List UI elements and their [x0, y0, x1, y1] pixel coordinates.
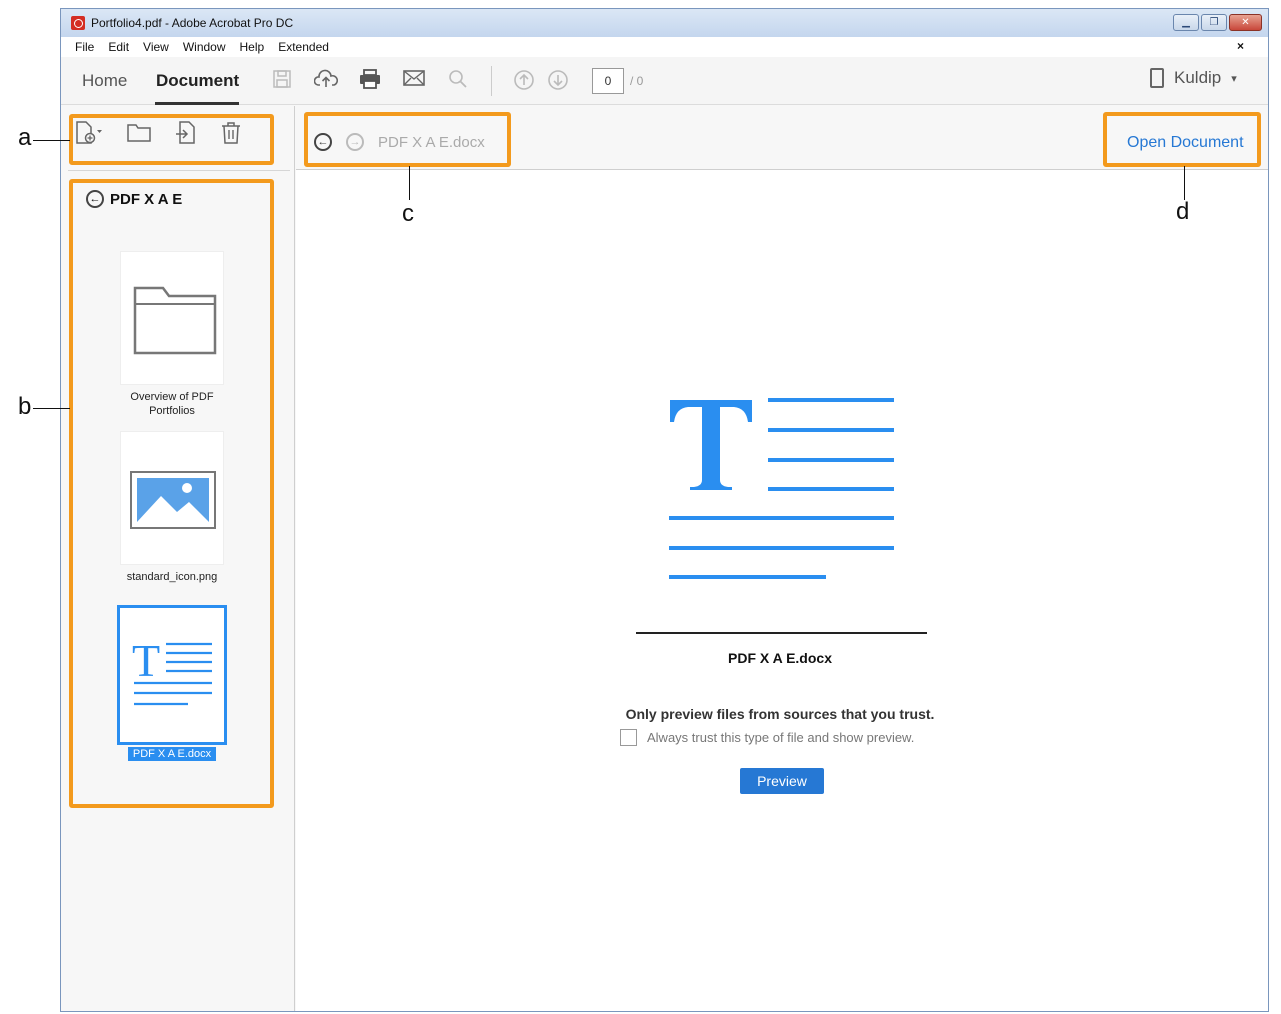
sidebar-divider: [68, 170, 290, 171]
mobile-link-icon[interactable]: [1150, 68, 1164, 88]
document-title: PDF X A E.docx: [728, 650, 832, 666]
page-number-input[interactable]: 0: [592, 68, 624, 94]
search-icon[interactable]: [446, 69, 470, 93]
callout-b: b: [18, 393, 32, 420]
user-menu[interactable]: Kuldip ▾: [1150, 68, 1237, 88]
highlight-box-d: [1103, 112, 1261, 167]
page-total: / 0: [630, 74, 644, 88]
menu-bar: File Edit View Window Help Extended ×: [61, 37, 1268, 57]
document-close-icon[interactable]: ×: [1237, 39, 1244, 53]
document-divider: [636, 632, 927, 634]
menu-extended[interactable]: Extended: [278, 40, 329, 54]
title-bar: Portfolio4.pdf - Adobe Acrobat Pro DC ▁ …: [61, 9, 1268, 37]
callout-a: a: [18, 124, 32, 151]
tab-document[interactable]: Document: [156, 71, 239, 91]
always-trust-checkbox[interactable]: [620, 729, 637, 746]
menu-file[interactable]: File: [75, 40, 94, 54]
callout-line-c: [409, 166, 410, 200]
callout-d: d: [1176, 198, 1190, 225]
preview-button[interactable]: Preview: [740, 768, 824, 794]
minimize-button[interactable]: ▁: [1173, 14, 1199, 31]
callout-line-a: [33, 140, 70, 141]
email-icon[interactable]: [402, 69, 426, 93]
upload-cloud-icon[interactable]: [313, 69, 338, 93]
page-up-icon[interactable]: [512, 69, 536, 93]
callout-c: c: [402, 200, 414, 227]
tab-home[interactable]: Home: [82, 71, 127, 91]
close-button[interactable]: ✕: [1229, 14, 1262, 31]
save-icon[interactable]: [270, 69, 294, 93]
acrobat-logo-icon: [71, 16, 85, 30]
menu-window[interactable]: Window: [183, 40, 226, 54]
menu-help[interactable]: Help: [240, 40, 265, 54]
callout-line-b: [33, 408, 70, 409]
menu-edit[interactable]: Edit: [108, 40, 129, 54]
trust-warning: Only preview files from sources that you…: [625, 706, 935, 722]
callout-line-d: [1184, 166, 1185, 200]
highlight-box-a: [69, 114, 274, 165]
document-preview-icon: [669, 398, 894, 579]
highlight-box-c: [304, 112, 511, 167]
highlight-box-b: [69, 179, 274, 808]
always-trust-label: Always trust this type of file and show …: [647, 730, 915, 745]
active-tab-indicator: [155, 102, 239, 105]
window-controls: ▁ ❐ ✕: [1173, 14, 1262, 31]
main-toolbar: Home Document: [61, 57, 1268, 105]
user-name: Kuldip: [1174, 68, 1222, 87]
print-icon[interactable]: [358, 69, 382, 93]
menu-view[interactable]: View: [143, 40, 169, 54]
chevron-down-icon: ▾: [1231, 72, 1237, 85]
toolbar-separator: [491, 66, 492, 96]
window-title: Portfolio4.pdf - Adobe Acrobat Pro DC: [91, 16, 294, 30]
trust-option[interactable]: Always trust this type of file and show …: [620, 729, 914, 746]
restore-button[interactable]: ❐: [1201, 14, 1227, 31]
page-down-icon[interactable]: [546, 69, 570, 93]
